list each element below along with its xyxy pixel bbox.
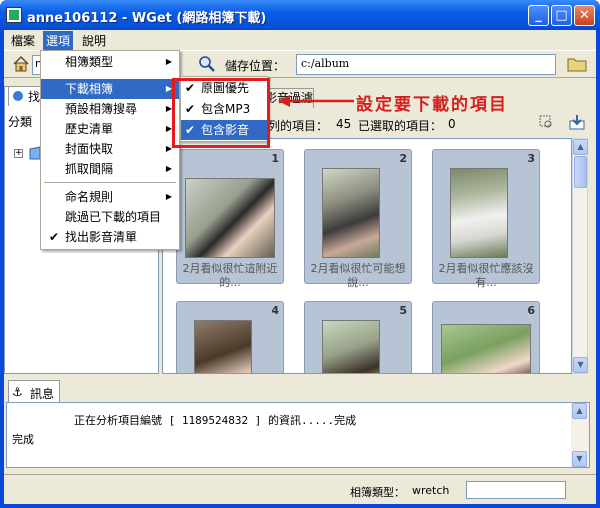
photo-index: 4 [271, 304, 279, 317]
menu-separator [44, 182, 176, 183]
photo-card[interactable]: 1 2月看似很忙這附近的... [176, 149, 284, 289]
menu-item-history[interactable]: 歷史清單 ▶ [41, 119, 179, 139]
photo-thumbnail [194, 320, 252, 373]
album-type-label: 相簿類型： [350, 486, 405, 499]
home-icon[interactable] [12, 55, 30, 73]
gallery-scrollbar[interactable]: ▲ ▼ [572, 138, 588, 374]
annotation-text: 設定要下載的項目 [356, 95, 508, 115]
menu-item-label: 抓取間隔 [65, 162, 114, 176]
log-line: 正在分析項目編號 [ 1189524832 ] 的資訊.....完成 [74, 414, 357, 427]
browse-folder-icon[interactable] [566, 54, 588, 74]
submenu-arrow-icon: ▶ [165, 192, 172, 201]
search-tab-icon [12, 90, 24, 102]
photo-caption: 2月看似很忙應該沒有... [438, 262, 534, 289]
tree-expander[interactable]: + [14, 149, 23, 158]
photo-thumbnail [322, 320, 380, 373]
tab-search-label: 找 [28, 90, 41, 104]
select-all-icon[interactable] [538, 114, 554, 130]
menu-file[interactable]: 檔案 [8, 31, 38, 51]
menu-item-find-media-list[interactable]: ✔ 找出影音清單 [41, 227, 179, 247]
photo-thumbnail [441, 324, 531, 373]
photo-index: 1 [271, 152, 279, 165]
item-count-label: 列的項目： [268, 119, 329, 133]
app-icon[interactable] [6, 7, 22, 23]
photo-index: 3 [527, 152, 535, 165]
photo-index: 5 [399, 304, 407, 317]
photo-card[interactable]: 4 [176, 301, 284, 373]
menu-item-label: 找出影音清單 [65, 230, 138, 244]
log-line: 完成 [12, 433, 34, 446]
save-location-label: 儲存位置： [225, 59, 286, 73]
photo-caption: 2月看似很忙可能想說... [310, 262, 406, 289]
menu-item-skip-downloaded[interactable]: 跳過已下載的項目 [41, 207, 179, 227]
menu-item-naming-rule[interactable]: 命名規則 ▶ [41, 187, 179, 207]
menu-item-fetch-interval[interactable]: 抓取間隔 ▶ [41, 159, 179, 179]
photo-thumbnail [322, 168, 380, 258]
photo-gallery: 1 2月看似很忙這附近的... 2 2月看似很忙可能想說... 3 2月看似很忙… [162, 138, 572, 374]
album-type-value: wretch [412, 484, 450, 497]
anchor-icon: ⚓ [12, 385, 23, 399]
menu-help[interactable]: 說明 [79, 31, 109, 51]
menu-item-album-type[interactable]: 相簿類型 ▶ [41, 52, 179, 72]
log-scrollbar[interactable]: ▲ ▼ [571, 403, 589, 467]
close-button[interactable]: ✕ [574, 5, 595, 26]
selected-count-label: 已選取的項目： [358, 119, 443, 133]
submenu-arrow-icon: ▶ [165, 57, 172, 66]
search-icon[interactable] [198, 55, 216, 73]
item-count-value: 45 [336, 117, 352, 131]
menu-item-default-search[interactable]: 預設相簿搜尋 ▶ [41, 99, 179, 119]
menu-item-label: 歷史清單 [65, 122, 114, 136]
menu-item-download-album[interactable]: 下載相簿 ▶ [41, 79, 179, 99]
menu-item-label: 相簿類型 [65, 55, 114, 69]
photo-caption: 2月看似很忙這附近的... [182, 262, 278, 289]
annotation-highlight-box [172, 78, 270, 148]
check-icon: ✔ [49, 230, 60, 244]
status-progress-field [466, 481, 566, 499]
photo-card[interactable]: 5 [304, 301, 412, 373]
photo-card[interactable]: 2 2月看似很忙可能想說... [304, 149, 412, 289]
menu-options[interactable]: 選項 [43, 31, 74, 51]
menu-item-label: 封面快取 [65, 142, 114, 156]
maximize-button[interactable]: □ [551, 5, 572, 26]
selected-count-value: 0 [448, 117, 456, 131]
annotation-arrow-icon [276, 94, 356, 108]
photo-thumbnail [185, 178, 275, 258]
scroll-down-icon[interactable]: ▼ [573, 357, 588, 373]
photo-card[interactable]: 3 2月看似很忙應該沒有... [432, 149, 540, 289]
save-location-input[interactable]: c:/album [296, 54, 556, 75]
scroll-up-icon[interactable]: ▲ [573, 139, 588, 155]
menu-item-label: 跳過已下載的項目 [65, 210, 162, 224]
submenu-arrow-icon: ▶ [165, 164, 172, 173]
minimize-button[interactable]: _ [528, 5, 549, 26]
scroll-up-icon[interactable]: ▲ [572, 403, 587, 419]
photo-index: 6 [527, 304, 535, 317]
menu-item-label: 下載相簿 [65, 82, 114, 96]
menu-item-label: 預設相簿搜尋 [65, 102, 138, 116]
category-heading: 分類 [8, 115, 33, 129]
photo-index: 2 [399, 152, 407, 165]
photo-card[interactable]: 6 [432, 301, 540, 373]
menu-item-label: 命名規則 [65, 190, 114, 204]
photo-thumbnail [450, 168, 508, 258]
tab-messages-label: 訊息 [30, 387, 55, 401]
scroll-down-icon[interactable]: ▼ [572, 451, 587, 467]
window-title: anne106112 - WGet (網路相簿下載) [27, 11, 267, 26]
scroll-thumb[interactable] [574, 156, 587, 188]
download-icon[interactable] [568, 113, 586, 131]
menu-item-cover-cache[interactable]: 封面快取 ▶ [41, 139, 179, 159]
